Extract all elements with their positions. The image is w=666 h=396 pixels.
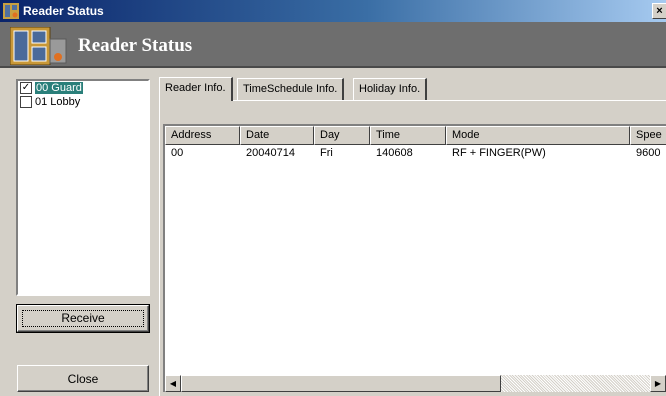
close-button-label: Close xyxy=(67,372,99,386)
scroll-left-button[interactable]: ◀ xyxy=(165,375,181,392)
grid-header: Address Date Day Time Mode Spee xyxy=(165,126,666,145)
tab-reader-info[interactable]: Reader Info. xyxy=(159,77,233,101)
window-close-button[interactable]: × xyxy=(652,3,666,19)
scroll-thumb[interactable] xyxy=(181,375,501,392)
table-row[interactable]: 00 20040714 Fri 140608 RF + FINGER(PW) 9… xyxy=(165,146,666,160)
cell-address: 00 xyxy=(171,147,184,159)
cell-day: Fri xyxy=(320,147,333,159)
reader-item-lobby[interactable]: 01 Lobby xyxy=(18,95,148,109)
column-header-mode[interactable]: Mode xyxy=(446,126,630,145)
header-title: Reader Status xyxy=(78,35,193,56)
reader-checkbox-lobby[interactable] xyxy=(20,96,32,108)
scroll-right-button[interactable]: ▶ xyxy=(650,375,666,392)
reader-info-grid[interactable]: Address Date Day Time Mode Spee 00 20040… xyxy=(163,124,666,392)
receive-button[interactable]: Receive xyxy=(16,304,150,333)
close-button[interactable]: Close xyxy=(17,365,149,392)
column-header-speed[interactable]: Spee xyxy=(630,126,666,145)
column-header-date[interactable]: Date xyxy=(240,126,314,145)
cell-date: 20040714 xyxy=(246,147,295,159)
focus-rect xyxy=(22,310,144,327)
reader-list[interactable]: ✓ 00 Guard 01 Lobby xyxy=(16,79,150,296)
app-icon xyxy=(3,3,19,19)
reader-checkbox-guard[interactable]: ✓ xyxy=(20,82,32,94)
reader-item-label: 00 Guard xyxy=(35,82,83,94)
column-header-time[interactable]: Time xyxy=(370,126,446,145)
cell-time: 140608 xyxy=(376,147,413,159)
cell-mode: RF + FINGER(PW) xyxy=(452,147,546,159)
reader-status-icon xyxy=(10,27,67,65)
column-header-day[interactable]: Day xyxy=(314,126,370,145)
horizontal-scrollbar[interactable]: ◀ ▶ xyxy=(165,375,666,392)
header-band: Reader Status xyxy=(0,22,666,68)
tab-holiday-info[interactable]: Holiday Info. xyxy=(353,78,428,100)
column-header-address[interactable]: Address xyxy=(165,126,240,145)
window-title: Reader Status xyxy=(23,4,104,18)
cell-speed: 9600 xyxy=(636,147,661,159)
title-bar: Reader Status × xyxy=(0,0,666,22)
reader-item-guard[interactable]: ✓ 00 Guard xyxy=(18,81,148,95)
tab-timeschedule-info[interactable]: TimeSchedule Info. xyxy=(237,78,345,100)
reader-item-label: 01 Lobby xyxy=(35,96,81,108)
